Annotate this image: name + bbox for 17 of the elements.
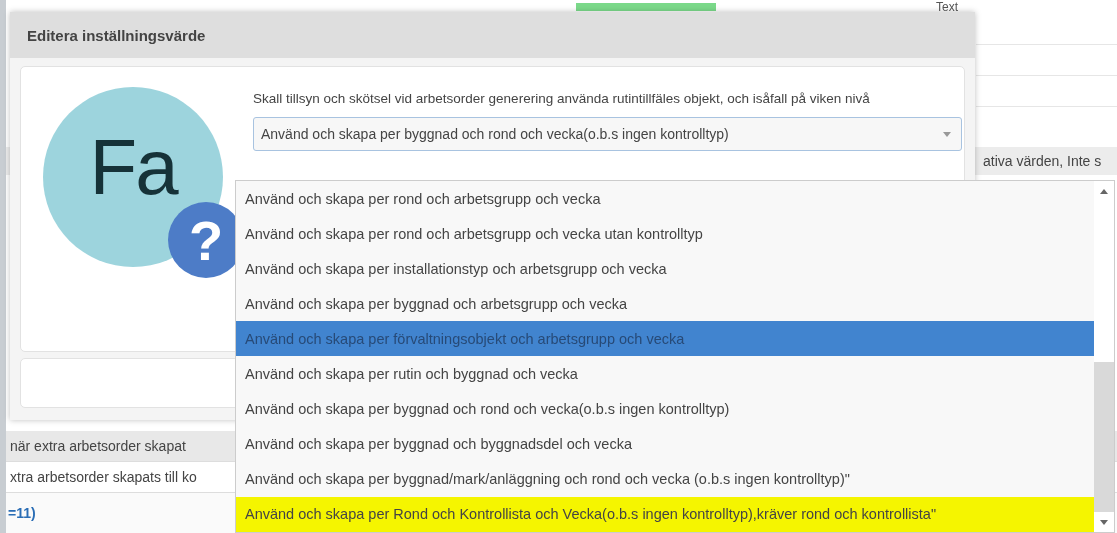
question-text: Skall tillsyn och skötsel vid arbetsorder generering använda rutintillfäles objekt, och isåfall på viken nivå <box>253 90 871 108</box>
dropdown-option[interactable]: Använd och skapa per byggnad och arbetsgrupp och vecka <box>236 286 1094 322</box>
table-cell: ativa värden, Inte s <box>983 153 1102 169</box>
table-cell: xtra arbetsorder skapats till ko <box>10 469 197 485</box>
caret-icon <box>943 131 951 137</box>
scrollbar[interactable] <box>1094 181 1114 532</box>
column-header: Text <box>936 0 958 14</box>
table-cell: när extra arbetsorder skapat <box>10 438 186 454</box>
dialog-title: Editera inställningsvärde <box>10 12 975 58</box>
scroll-thumb[interactable] <box>1094 362 1114 512</box>
dropdown-option[interactable]: Använd och skapa per Rond och Kontrollista och Vecka(o.b.s ingen kontrolltyp),kräver rond och kontrollista" <box>236 496 1094 532</box>
select-field[interactable]: Använd och skapa per byggnad och rond och vecka(o.b.s ingen kontrolltyp) <box>253 117 962 151</box>
dropdown-option[interactable]: Använd och skapa per byggnad och rond och vecka(o.b.s ingen kontrolltyp) <box>236 391 1094 427</box>
dropdown-option[interactable]: Använd och skapa per byggnad och byggnadsdel och vecka <box>236 426 1094 462</box>
link[interactable]: =11) <box>8 505 36 521</box>
dropdown-option[interactable]: Använd och skapa per byggnad/mark/anläggning och rond och vecka (o.b.s ingen kontrolltyp)" <box>236 461 1094 497</box>
dropdown-option[interactable]: Använd och skapa per rutin och byggnad och vecka <box>236 356 1094 392</box>
